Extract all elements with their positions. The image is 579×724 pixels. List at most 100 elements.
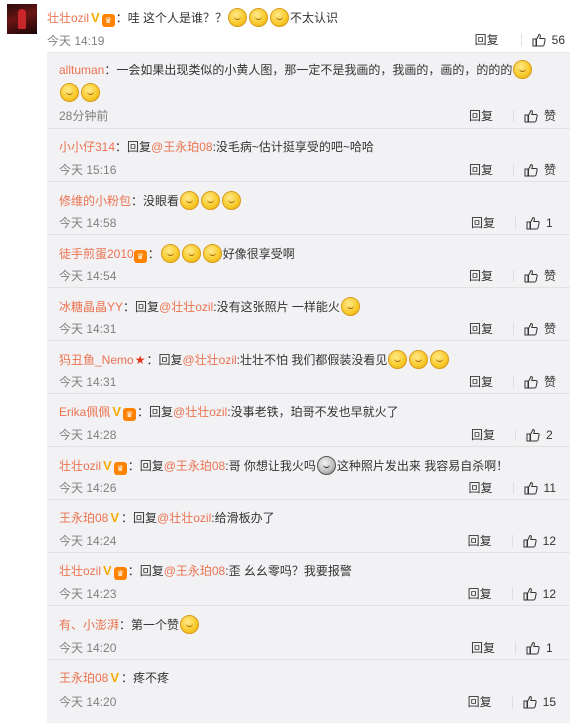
reply-body: ：疼不疼 bbox=[121, 671, 170, 685]
username-link[interactable]: 王永珀08 bbox=[59, 511, 108, 525]
mention-link[interactable]: @王永珀08 bbox=[164, 459, 226, 473]
pray-emoji bbox=[180, 615, 200, 634]
level-badge-icon: ♛ bbox=[101, 14, 115, 27]
reply-body: :歪 幺幺零吗？我要报警 bbox=[225, 564, 352, 578]
thumbs-up-icon[interactable] bbox=[523, 695, 537, 709]
divider bbox=[511, 534, 513, 547]
reply-button[interactable]: 回复 bbox=[471, 426, 495, 443]
username-link[interactable]: alltuman bbox=[59, 63, 104, 77]
reply-item: 徒手煎蛋2010 ♛： 好像很享受啊 今天 14:54 回复 赞 bbox=[47, 235, 570, 288]
reply-body: :壮壮不怕 我们都假装没看见 bbox=[236, 353, 388, 367]
like-label[interactable]: 赞 bbox=[544, 373, 556, 390]
thumbs-up-icon[interactable] bbox=[524, 375, 538, 389]
reply-prefix: ：回复 bbox=[121, 511, 158, 525]
verified-v-icon: V bbox=[110, 510, 120, 525]
username-link[interactable]: 壮壮ozil bbox=[47, 11, 89, 25]
mention-link[interactable]: @王永珀08 bbox=[151, 140, 213, 154]
reply-button[interactable]: 回复 bbox=[471, 214, 495, 231]
timestamp: 今天 14:54 bbox=[59, 269, 117, 283]
reply-body: :给滑板办了 bbox=[211, 511, 275, 525]
username-link[interactable]: 犸丑鱼_Nemo bbox=[59, 353, 134, 367]
reply-button[interactable]: 回复 bbox=[469, 161, 493, 178]
pray-emoji bbox=[430, 350, 450, 369]
username-link[interactable]: 壮壮ozil bbox=[59, 459, 101, 473]
reply-button[interactable]: 回复 bbox=[475, 31, 499, 48]
reply-button[interactable]: 回复 bbox=[469, 320, 493, 337]
pray-emoji bbox=[388, 350, 408, 369]
timestamp: 今天 14:28 bbox=[59, 428, 117, 442]
username-link[interactable]: 王永珀08 bbox=[59, 671, 108, 685]
like-count: 1 bbox=[546, 640, 553, 655]
reply-button[interactable]: 回复 bbox=[468, 693, 492, 710]
reply-text: 犸丑鱼_Nemo★：回复@壮壮ozil:壮壮不怕 我们都假装没看见 bbox=[59, 350, 450, 369]
like-count: 2 bbox=[546, 427, 553, 442]
thumbs-up-icon[interactable] bbox=[524, 109, 538, 123]
like-label[interactable]: 赞 bbox=[544, 107, 556, 124]
mention-link[interactable]: @壮壮ozil bbox=[157, 511, 211, 525]
thumbs-up-icon[interactable] bbox=[524, 163, 538, 177]
surprised-emoji bbox=[270, 8, 290, 27]
thumbs-up-icon[interactable] bbox=[524, 481, 538, 495]
reply-button[interactable]: 回复 bbox=[469, 479, 493, 496]
reply-button[interactable]: 回复 bbox=[469, 373, 493, 390]
like-label[interactable]: 赞 bbox=[544, 161, 556, 178]
username-link[interactable]: 修维的小粉包 bbox=[59, 194, 131, 208]
username-link[interactable]: 冰糖晶晶YY bbox=[59, 300, 123, 314]
divider bbox=[512, 375, 514, 388]
reply-item: 王永珀08 V ：回复@壮壮ozil:给滑板办了 今天 14:24 回复 12 bbox=[47, 500, 570, 553]
reply-text: 冰糖晶晶YY：回复@壮壮ozil:没有这张照片 一样能火 bbox=[59, 297, 361, 316]
reply-body: 这种照片发出来 我容易自杀啊！ bbox=[336, 459, 509, 473]
username-link[interactable]: Erika佩佩 bbox=[59, 405, 110, 419]
reply-text: 壮壮ozil V ♛ ：回复@王永珀08:歪 幺幺零吗？我要报警 bbox=[59, 562, 352, 580]
reply-text: 王永珀08 V ：回复@壮壮ozil:给滑板办了 bbox=[59, 509, 275, 527]
reply-item: alltuman：一会如果出现类似的小黄人图，那一定不是我画的，我画的，画的，的… bbox=[47, 53, 570, 129]
thumbs-up-icon[interactable] bbox=[526, 428, 540, 442]
reply-item: 小小仔314：回复@王永珀08:没毛病~估计挺享受的吧~哈哈 今天 15:16 … bbox=[47, 129, 570, 182]
verified-v-icon: V bbox=[112, 404, 122, 419]
surprised-emoji bbox=[228, 8, 248, 27]
reply-button[interactable]: 回复 bbox=[469, 107, 493, 124]
pray-emoji bbox=[60, 83, 79, 102]
timestamp: 今天 14:20 bbox=[59, 695, 117, 709]
thumbs-up-icon[interactable] bbox=[524, 269, 538, 283]
reply-prefix: ：回复 bbox=[146, 353, 183, 367]
username-link[interactable]: 有、小澎湃 bbox=[59, 618, 119, 632]
thumbs-up-icon[interactable] bbox=[526, 216, 540, 230]
reply-actions: 回复 1 bbox=[471, 639, 556, 656]
thumbs-up-icon[interactable] bbox=[523, 534, 537, 548]
like-label[interactable]: 赞 bbox=[544, 267, 556, 284]
reply-text-cont bbox=[59, 83, 101, 102]
thumbs-up-icon[interactable] bbox=[526, 641, 540, 655]
reply-button[interactable]: 回复 bbox=[468, 585, 492, 602]
divider bbox=[512, 109, 514, 122]
reply-button[interactable]: 回复 bbox=[471, 639, 495, 656]
mention-link[interactable]: @王永珀08 bbox=[164, 564, 226, 578]
level-badge-icon: ♛ bbox=[113, 462, 127, 475]
mention-link[interactable]: @壮壮ozil bbox=[159, 300, 213, 314]
thumbs-up-icon[interactable] bbox=[524, 322, 538, 336]
thumbs-up-icon[interactable] bbox=[532, 33, 546, 47]
thumbs-up-icon[interactable] bbox=[523, 587, 537, 601]
verified-v-icon: V bbox=[103, 563, 112, 578]
username-link[interactable]: 徒手煎蛋2010 bbox=[59, 247, 134, 261]
reply-button[interactable]: 回复 bbox=[468, 532, 492, 549]
reply-body: :哥 你想让我火吗 bbox=[225, 459, 316, 473]
username-link[interactable]: 壮壮ozil bbox=[59, 564, 101, 578]
reply-actions: 回复 赞 bbox=[469, 373, 556, 390]
username-link[interactable]: 小小仔314 bbox=[59, 140, 115, 154]
level-badge-icon: ♛ bbox=[123, 408, 137, 421]
verified-v-icon: V bbox=[91, 10, 100, 25]
mention-link[interactable]: @壮壮ozil bbox=[182, 353, 236, 367]
mention-link[interactable]: @壮壮ozil bbox=[173, 405, 227, 419]
reply-actions: 回复 2 bbox=[471, 426, 556, 443]
reply-actions: 回复 11 bbox=[469, 479, 556, 496]
reply-button[interactable]: 回复 bbox=[469, 267, 493, 284]
pray-emoji bbox=[409, 350, 429, 369]
pray-emoji bbox=[180, 191, 200, 210]
like-label[interactable]: 赞 bbox=[544, 320, 556, 337]
reply-prefix: ：回复 bbox=[123, 300, 160, 314]
avatar[interactable] bbox=[7, 4, 37, 34]
laugh-emoji bbox=[340, 297, 360, 316]
reply-actions: 回复 赞 bbox=[469, 107, 556, 124]
like-count: 56 bbox=[551, 32, 565, 47]
